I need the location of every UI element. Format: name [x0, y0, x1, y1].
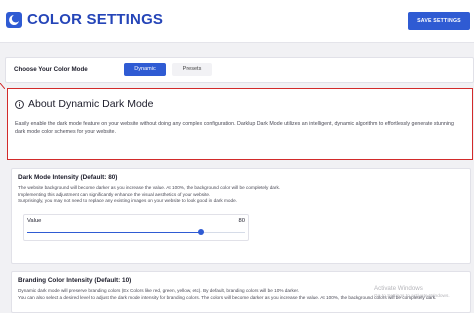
tab-presets[interactable]: Presets — [172, 63, 212, 76]
watermark-title: Activate Windows — [374, 285, 423, 292]
color-mode-label: Choose Your Color Mode — [14, 66, 88, 73]
darkmode-logo-icon — [6, 12, 22, 28]
about-dynamic-card: About Dynamic Dark Mode Easily enable th… — [7, 88, 473, 160]
top-header: COLOR SETTINGS SAVE SETTINGS — [0, 0, 474, 43]
slider-fill — [27, 232, 202, 234]
intensity-card: Dark Mode Intensity (Default: 80) The we… — [11, 168, 471, 264]
about-title: About Dynamic Dark Mode — [28, 98, 154, 110]
tab-dynamic[interactable]: Dynamic — [124, 63, 166, 76]
branding-title: Branding Color Intensity (Default: 10) — [18, 277, 132, 284]
intensity-line: Implementing this adjustment can signifi… — [18, 191, 211, 197]
intensity-title: Dark Mode Intensity (Default: 80) — [18, 174, 118, 181]
slider-label: Value — [27, 218, 42, 224]
intensity-line: The website background will become darke… — [18, 185, 281, 190]
info-icon — [15, 100, 24, 109]
intensity-slider-track[interactable] — [27, 229, 245, 235]
red-arrow-mark — [0, 83, 5, 89]
slider-thumb[interactable] — [198, 229, 205, 235]
watermark-subtitle: Go to Settings to activate Windows. — [374, 293, 450, 299]
intensity-line: Surprisingly, you may not need to replac… — [18, 198, 238, 204]
intensity-description: The website background will become darke… — [18, 185, 458, 205]
page-title: COLOR SETTINGS — [27, 11, 164, 28]
slider-value: 80 — [238, 218, 245, 224]
intensity-slider-box: Value 80 — [23, 214, 249, 241]
save-settings-button[interactable]: SAVE SETTINGS — [408, 12, 470, 30]
about-description: Easily enable the dark mode feature on y… — [15, 121, 454, 135]
color-mode-card: Choose Your Color Mode Dynamic Presets — [5, 57, 474, 83]
activate-windows-watermark: Activate Windows Go to Settings to activ… — [374, 285, 450, 300]
